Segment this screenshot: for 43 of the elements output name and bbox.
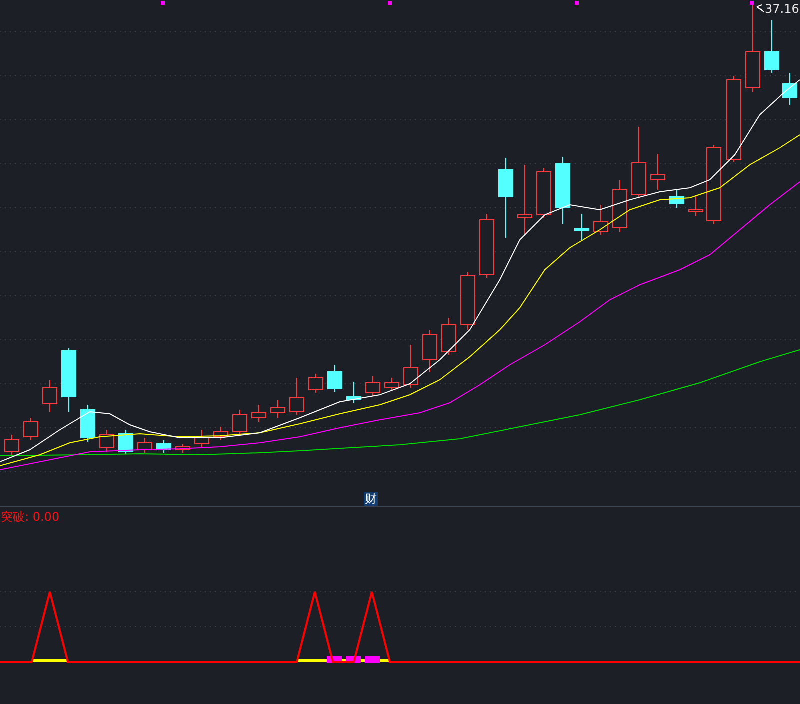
- indicator-title: 突破: 0.00: [1, 509, 60, 526]
- candlestick: [4, 434, 20, 456]
- candlestick: [612, 180, 628, 232]
- signal-bar: [32, 660, 68, 662]
- candlestick: [270, 400, 286, 418]
- candlestick: [688, 196, 704, 216]
- signal-block: [365, 656, 380, 663]
- candlestick: [118, 430, 134, 454]
- candlestick: [346, 382, 362, 404]
- candlestick: [232, 410, 248, 436]
- candlestick: [194, 430, 210, 448]
- candlestick: [782, 72, 798, 106]
- candlestick: [632, 126, 646, 198]
- candlestick: [80, 404, 96, 442]
- candlestick: [460, 272, 476, 330]
- candlestick: [764, 20, 780, 74]
- candlestick: [536, 168, 552, 218]
- candlestick: [422, 330, 438, 372]
- event-marker[interactable]: 财: [364, 492, 378, 506]
- candlestick: [100, 430, 114, 452]
- candlestick: [480, 214, 494, 278]
- high-price-label: 37.16: [765, 2, 800, 16]
- pointer-arrow: [756, 4, 764, 12]
- candlestick: [574, 214, 590, 240]
- candlestick: [518, 164, 532, 236]
- candlestick: [138, 438, 152, 454]
- candlestick: [62, 348, 76, 412]
- candlestick: [156, 440, 172, 454]
- candlestick: [594, 204, 608, 236]
- candlestick: [24, 418, 38, 440]
- candlestick: [252, 404, 266, 422]
- candlestick: [404, 344, 418, 388]
- candlestick: [670, 190, 684, 208]
- candlestick: [214, 426, 228, 440]
- candlestick: [328, 364, 342, 392]
- candlestick: [442, 318, 456, 356]
- candlestick: [384, 378, 400, 392]
- candlestick: [556, 156, 570, 224]
- candlestick: [308, 374, 324, 394]
- candlestick: [366, 376, 380, 396]
- candlestick: [650, 154, 666, 190]
- candlestick: [42, 380, 58, 412]
- candlestick: [290, 378, 304, 416]
